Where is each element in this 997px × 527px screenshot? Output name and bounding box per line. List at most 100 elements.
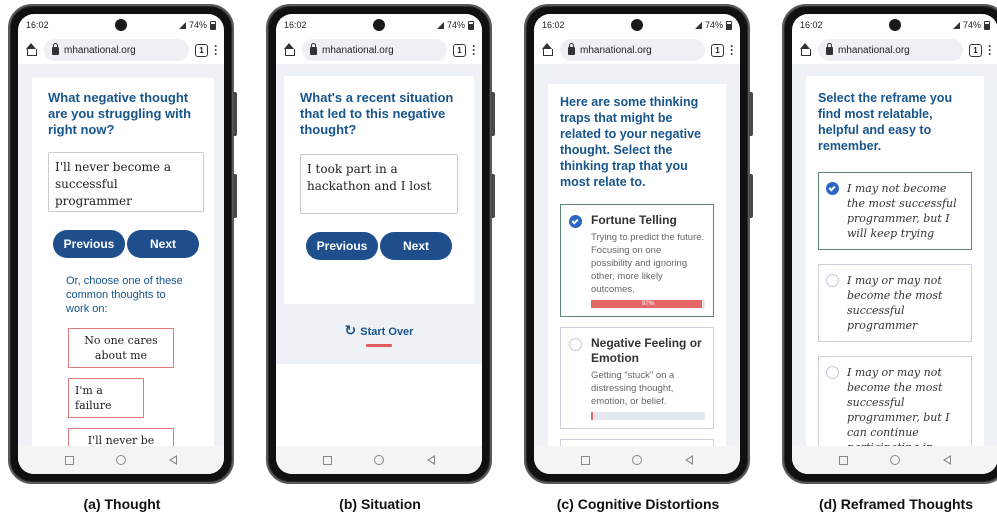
home-nav-icon[interactable] <box>890 455 901 465</box>
reframe-text: I may not become the most successful pro… <box>847 182 957 240</box>
start-over-button[interactable]: ↻ Start Over <box>276 322 482 347</box>
more-menu-icon[interactable]: · · · <box>472 40 476 60</box>
thought-input[interactable]: I'll never become a successful programme… <box>48 152 204 212</box>
more-menu-icon[interactable]: · · · <box>988 40 992 60</box>
previous-button[interactable]: Previous <box>306 232 378 260</box>
phone-screen: 16:02 74% mhanational.org 1 ··· What's <box>276 14 482 474</box>
power-button <box>749 174 753 218</box>
camera-icon <box>115 19 127 31</box>
page-content: What's a recent situation that led to th… <box>276 64 482 446</box>
reframe-option[interactable]: I may or may not become the most success… <box>818 264 972 342</box>
lock-icon <box>568 43 575 55</box>
url-field[interactable]: mhanational.org <box>44 39 189 61</box>
android-nav-bar <box>534 446 740 474</box>
question-heading: Select the reframe you find most relatab… <box>818 91 953 153</box>
recents-icon[interactable] <box>323 455 333 465</box>
url-text: mhanational.org <box>64 44 136 56</box>
radio-icon <box>569 338 582 351</box>
home-nav-icon[interactable] <box>632 455 643 465</box>
blank-area <box>276 364 482 446</box>
previous-button[interactable]: Previous <box>53 230 125 258</box>
figure-caption: (c) Cognitive Distortions <box>556 496 720 512</box>
url-field[interactable]: mhanational.org <box>560 39 705 61</box>
selected-radio-icon <box>826 182 839 195</box>
next-button[interactable]: Next <box>127 230 199 258</box>
url-text: mhanational.org <box>580 44 652 56</box>
status-time: 16:02 <box>284 20 307 30</box>
common-thought-option[interactable]: I'm a failure <box>68 378 144 418</box>
battery-icon <box>210 20 216 30</box>
back-icon[interactable] <box>684 455 693 465</box>
android-nav-bar <box>792 446 997 474</box>
situation-input[interactable]: I took part in a hackathon and I lost <box>300 154 458 214</box>
panel-distortions: 16:02 74% mhanational.org 1 · · · Here ar <box>520 0 756 527</box>
browser-bar: mhanational.org 1 · · · <box>18 36 224 64</box>
home-icon[interactable] <box>540 43 554 57</box>
question-card: What negative thought are you struggling… <box>32 78 214 446</box>
signal-icon <box>694 21 702 29</box>
common-thought-option[interactable]: No one cares about me <box>68 328 174 368</box>
check-icon <box>828 184 836 192</box>
check-icon <box>571 217 579 225</box>
phone-frame: 16:02 74% mhanational.org 1 ··· What's <box>266 4 495 484</box>
relevance-score-label: 97% <box>641 301 654 307</box>
choose-text: Or, choose one of these common thoughts … <box>66 275 183 315</box>
home-icon[interactable] <box>24 43 38 57</box>
tab-count-button[interactable]: 1 <box>195 43 208 57</box>
status-time: 16:02 <box>542 20 565 30</box>
more-menu-icon[interactable]: · · · <box>214 40 218 60</box>
relevance-bar <box>591 412 705 420</box>
camera-icon <box>889 19 901 31</box>
reframe-option[interactable]: I may or may not become the most success… <box>818 356 972 446</box>
start-over-underline <box>366 344 392 347</box>
next-button[interactable]: Next <box>380 232 452 260</box>
trap-description: Trying to predict the future. Focusing o… <box>591 232 705 295</box>
start-over-label: Start Over <box>360 326 414 338</box>
thinking-trap-option[interactable] <box>560 439 714 446</box>
panel-thought: 16:02 74% mhanational.org 1 · · · What ne <box>4 0 240 527</box>
back-icon[interactable] <box>426 455 435 465</box>
signal-icon <box>178 21 186 29</box>
browser-bar: mhanational.org 1 · · · <box>534 36 740 64</box>
question-heading: Here are some thinking traps that might … <box>560 95 702 189</box>
home-icon[interactable] <box>798 43 812 57</box>
recents-icon[interactable] <box>581 455 591 465</box>
signal-icon <box>952 21 960 29</box>
back-icon[interactable] <box>168 455 177 465</box>
more-menu-icon[interactable]: · · · <box>730 40 734 60</box>
tab-count-button[interactable]: 1 <box>969 43 982 57</box>
relevance-bar: 97% <box>591 300 705 308</box>
tab-count-button[interactable]: 1 <box>711 43 724 57</box>
question-card: What's a recent situation that led to th… <box>284 76 474 304</box>
battery-icon <box>726 20 732 30</box>
url-field[interactable]: mhanational.org <box>818 39 963 61</box>
recents-icon[interactable] <box>65 455 75 465</box>
lock-icon <box>826 43 833 55</box>
reframe-option[interactable]: I may not become the most successful pro… <box>818 172 972 250</box>
url-field[interactable]: mhanational.org <box>302 39 447 61</box>
battery-icon <box>984 20 990 30</box>
battery-percent: 74% <box>962 20 981 30</box>
phone-screen: 16:02 74% mhanational.org 1 ··· Select <box>792 14 997 474</box>
thinking-trap-option[interactable]: Negative Feeling or Emotion Getting "stu… <box>560 327 714 429</box>
home-nav-icon[interactable] <box>374 455 385 465</box>
android-nav-bar <box>18 446 224 474</box>
phone-frame: 16:02 74% mhanational.org 1 ··· Select <box>782 4 997 484</box>
panel-situation: 16:02 74% mhanational.org 1 ··· What's <box>262 0 498 527</box>
trap-name: Fortune Telling <box>591 213 677 227</box>
battery-percent: 74% <box>446 20 465 30</box>
signal-icon <box>436 21 444 29</box>
back-icon[interactable] <box>942 455 951 465</box>
question-heading: What's a recent situation that led to th… <box>300 90 454 137</box>
thinking-trap-option[interactable]: Fortune Telling Trying to predict the fu… <box>560 204 714 317</box>
recents-icon[interactable] <box>839 455 849 465</box>
tab-count-button[interactable]: 1 <box>453 43 466 57</box>
relevance-bar-fill <box>591 412 594 420</box>
redo-icon: ↻ <box>344 322 357 338</box>
home-nav-icon[interactable] <box>116 455 127 465</box>
reframe-text: I may or may not become the most success… <box>847 366 950 446</box>
reframe-text: I may or may not become the most success… <box>847 274 943 332</box>
home-icon[interactable] <box>282 43 296 57</box>
common-thought-option[interactable]: I'll never be able to do anything <box>68 428 174 446</box>
lock-icon <box>310 43 317 55</box>
